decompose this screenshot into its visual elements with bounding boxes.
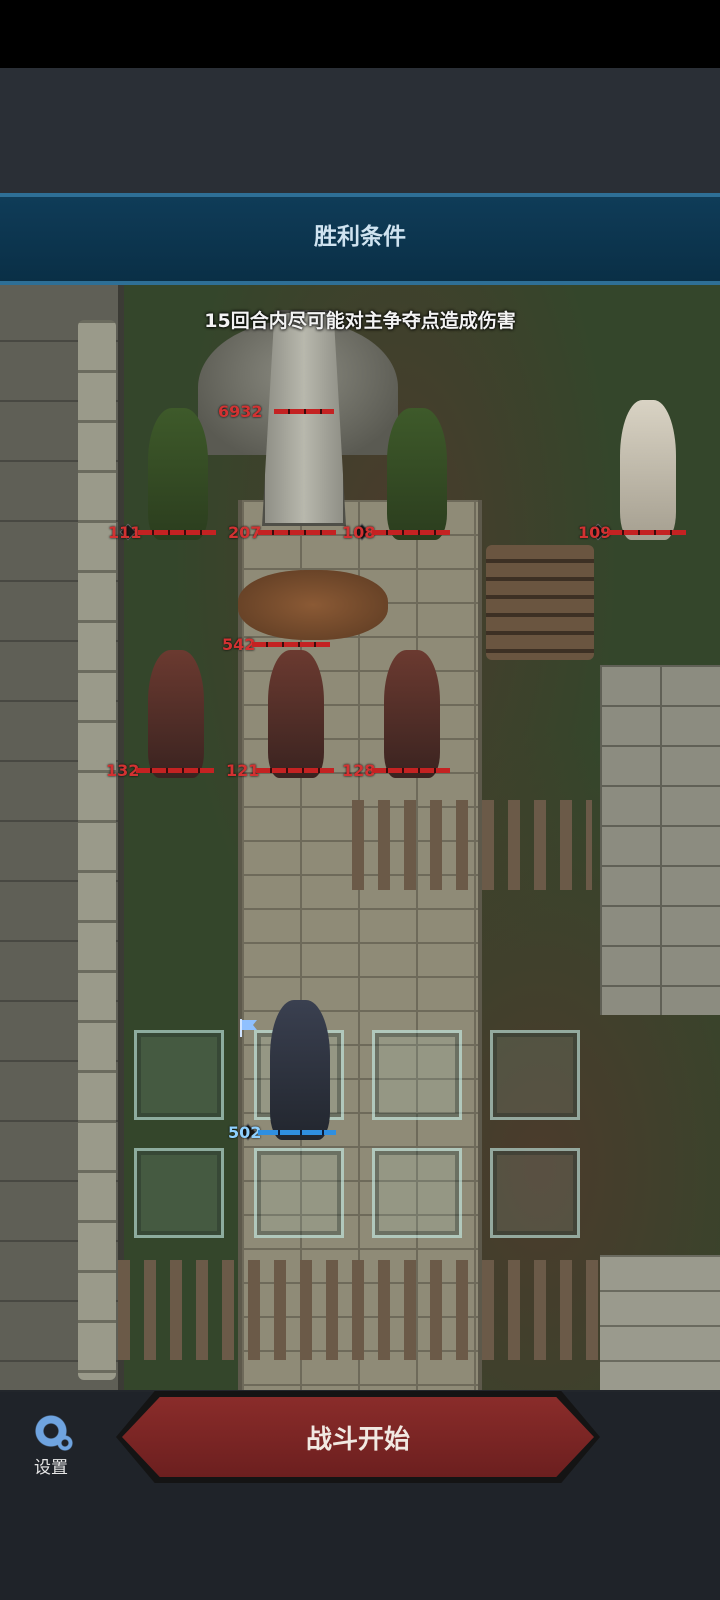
hp-bar: [372, 768, 450, 773]
enemy-shaman[interactable]: 109: [578, 400, 698, 542]
hp-bar: [136, 768, 214, 773]
deploy-slot-7[interactable]: [372, 1148, 462, 1238]
right-ruin: [600, 665, 720, 1015]
enemy-axeman-3[interactable]: 128: [342, 650, 460, 780]
hp-value: 207: [228, 523, 262, 542]
bear-sprite: [238, 570, 388, 640]
deploy-slot-8[interactable]: [490, 1148, 580, 1238]
settings-button[interactable]: 设置: [16, 1405, 86, 1478]
hp-bar: [258, 1130, 336, 1135]
enemy-archer-right[interactable]: 108: [342, 408, 460, 542]
enemy-axeman-1[interactable]: 132: [106, 650, 224, 780]
hp-bar: [274, 409, 334, 414]
deploy-slot-1[interactable]: [134, 1030, 224, 1120]
battlefield: 6932 111 207 108 109 542 132 121 128 502: [0, 280, 720, 1390]
deploy-slot-4[interactable]: [490, 1030, 580, 1120]
hp-bar: [258, 530, 336, 535]
woodpile: [486, 545, 594, 660]
axeman-sprite: [384, 650, 440, 778]
right-ruin-lower: [600, 1255, 720, 1390]
victory-banner: 胜利条件: [0, 193, 720, 285]
enemy-archer-left[interactable]: 111: [108, 408, 226, 542]
axeman-sprite: [148, 650, 204, 778]
axeman-sprite: [268, 650, 324, 778]
hp-value: 121: [226, 761, 260, 780]
status-bar: [0, 0, 720, 68]
player-hero[interactable]: 502: [228, 1000, 346, 1142]
archer-sprite: [148, 408, 208, 540]
banner-title: 胜利条件: [314, 224, 406, 250]
hp-bar: [256, 768, 334, 773]
enemy-center[interactable]: 207: [228, 495, 346, 542]
header-area: [0, 68, 720, 194]
hp-value: 502: [228, 1123, 262, 1142]
deploy-slot-6[interactable]: [254, 1148, 344, 1238]
hp-bar: [138, 530, 216, 535]
hp-bar: [252, 642, 330, 647]
hp-value: 109: [578, 523, 612, 542]
settings-label: 设置: [34, 1458, 68, 1478]
hp-bar: [608, 530, 686, 535]
obelisk-hp: 6932: [218, 395, 338, 421]
start-battle-button[interactable]: 战斗开始: [122, 1397, 594, 1477]
hp-value: 111: [108, 523, 142, 542]
fence-middle: [352, 800, 592, 890]
enemy-axeman-2[interactable]: 121: [226, 650, 344, 780]
hp-value: 128: [342, 761, 376, 780]
shaman-sprite: [620, 400, 676, 540]
start-battle-label: 战斗开始: [305, 1425, 410, 1455]
hero-sprite: [270, 1000, 330, 1140]
hp-value: 108: [342, 523, 376, 542]
hp-bar: [372, 530, 450, 535]
victory-condition-text: 15回合内尽可能对主争夺点造成伤害: [204, 310, 516, 332]
archer-sprite: [387, 408, 447, 540]
gear-icon: [29, 1409, 73, 1453]
deploy-slot-5[interactable]: [134, 1148, 224, 1238]
fence-bottom: [118, 1260, 598, 1360]
deploy-slot-3[interactable]: [372, 1030, 462, 1120]
hp-value: 132: [106, 761, 140, 780]
enemy-bear[interactable]: 542: [222, 570, 392, 654]
